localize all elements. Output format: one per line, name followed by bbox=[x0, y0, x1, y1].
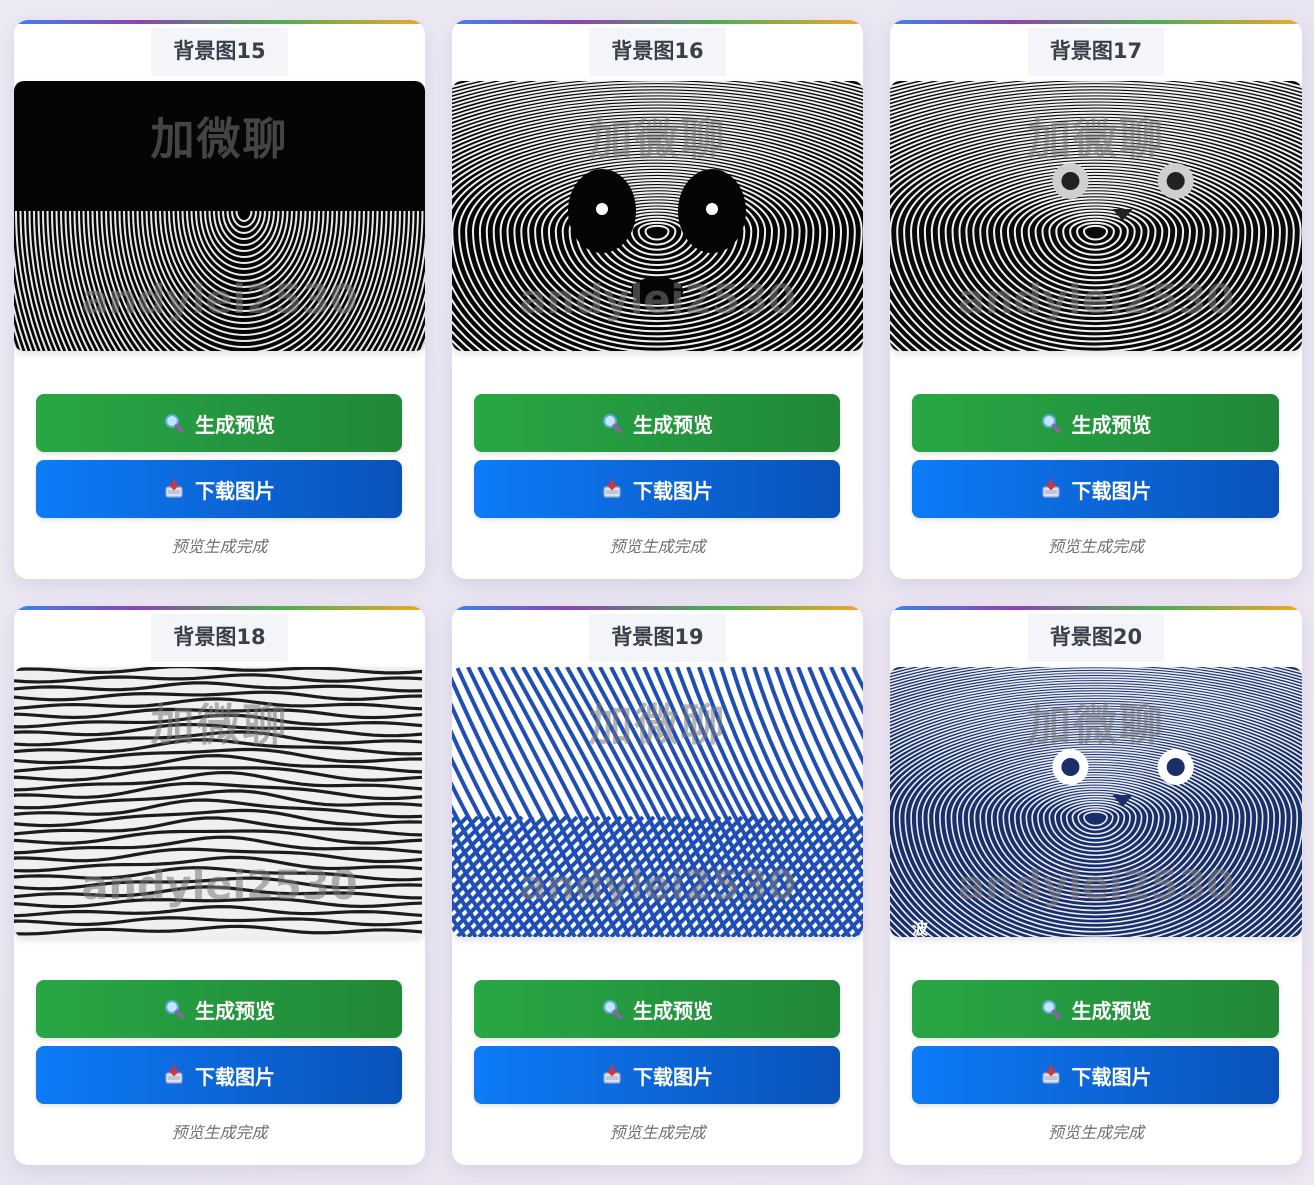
background-image-art bbox=[14, 81, 425, 351]
background-image-art bbox=[890, 667, 1302, 937]
generate-preview-button[interactable]: 生成预览 bbox=[912, 980, 1279, 1038]
download-image-button[interactable]: 下载图片 bbox=[474, 460, 840, 518]
card-title: 背景图16 bbox=[589, 28, 726, 76]
card-title: 背景图15 bbox=[151, 28, 288, 76]
magnifier-icon bbox=[1040, 412, 1062, 434]
background-image-art bbox=[452, 667, 863, 937]
status-text: 预览生成完成 bbox=[171, 537, 268, 556]
download-image-button[interactable]: 下载图片 bbox=[912, 460, 1279, 518]
background-image[interactable]: 加微聊 andylei2530 bbox=[890, 81, 1302, 351]
background-image[interactable]: 加微聊 andylei2530 bbox=[14, 81, 425, 351]
download-image-label: 下载图片 bbox=[633, 478, 713, 503]
background-image[interactable]: 加微聊 andylei2530 bbox=[452, 81, 863, 351]
background-card: 背景图19 加微聊 andylei2530 生成预览 下载图片 预览生成完成 bbox=[452, 606, 863, 1165]
inbox-tray-icon bbox=[163, 478, 185, 500]
download-image-button[interactable]: 下载图片 bbox=[474, 1046, 840, 1104]
status-text: 预览生成完成 bbox=[609, 537, 706, 556]
background-card: 背景图18 加微聊 andylei2530 生成预览 下载图片 预览生成完成 bbox=[14, 606, 425, 1165]
image-corner-text: 波 bbox=[912, 919, 929, 937]
inbox-tray-icon bbox=[1040, 478, 1062, 500]
generate-preview-label: 生成预览 bbox=[195, 412, 275, 437]
card-accent-bar bbox=[890, 20, 1302, 24]
background-gallery-grid: 背景图15 加微聊 andylei2530 生成预览 下载图片 预览生成完成 背… bbox=[14, 20, 1302, 1165]
card-accent-bar bbox=[14, 20, 425, 24]
background-image-art bbox=[14, 667, 425, 937]
generate-preview-label: 生成预览 bbox=[1071, 998, 1152, 1023]
magnifier-icon bbox=[163, 998, 185, 1020]
generate-preview-label: 生成预览 bbox=[633, 998, 713, 1023]
inbox-tray-icon bbox=[163, 1064, 185, 1086]
generate-preview-button[interactable]: 生成预览 bbox=[36, 394, 402, 452]
download-image-button[interactable]: 下载图片 bbox=[36, 1046, 402, 1104]
card-title: 背景图19 bbox=[589, 614, 726, 662]
download-image-label: 下载图片 bbox=[195, 1064, 275, 1089]
generate-preview-label: 生成预览 bbox=[1071, 412, 1152, 437]
status-text: 预览生成完成 bbox=[1047, 537, 1144, 556]
background-card: 背景图20 加微聊 andylei2530 波 生成预览 下载图片 预览生成完成 bbox=[890, 606, 1302, 1165]
card-title: 背景图18 bbox=[151, 614, 288, 662]
generate-preview-button[interactable]: 生成预览 bbox=[36, 980, 402, 1038]
card-accent-bar bbox=[14, 606, 425, 610]
download-image-button[interactable]: 下载图片 bbox=[912, 1046, 1279, 1104]
generate-preview-label: 生成预览 bbox=[195, 998, 275, 1023]
download-image-label: 下载图片 bbox=[633, 1064, 713, 1089]
download-image-button[interactable]: 下载图片 bbox=[36, 460, 402, 518]
background-image[interactable]: 加微聊 andylei2530 bbox=[452, 667, 863, 937]
inbox-tray-icon bbox=[601, 478, 623, 500]
status-text: 预览生成完成 bbox=[171, 1123, 268, 1142]
card-accent-bar bbox=[452, 20, 863, 24]
magnifier-icon bbox=[1040, 998, 1062, 1020]
card-accent-bar bbox=[890, 606, 1302, 610]
background-card: 背景图16 加微聊 andylei2530 生成预览 下载图片 预览生成完成 bbox=[452, 20, 863, 579]
generate-preview-button[interactable]: 生成预览 bbox=[912, 394, 1279, 452]
card-accent-bar bbox=[452, 606, 863, 610]
background-image-art bbox=[452, 81, 863, 351]
generate-preview-button[interactable]: 生成预览 bbox=[474, 980, 840, 1038]
download-image-label: 下载图片 bbox=[1071, 1064, 1152, 1089]
magnifier-icon bbox=[601, 998, 623, 1020]
generate-preview-button[interactable]: 生成预览 bbox=[474, 394, 840, 452]
status-text: 预览生成完成 bbox=[1047, 1123, 1144, 1142]
magnifier-icon bbox=[601, 412, 623, 434]
generate-preview-label: 生成预览 bbox=[633, 412, 713, 437]
background-image[interactable]: 加微聊 andylei2530 bbox=[14, 667, 425, 937]
inbox-tray-icon bbox=[1040, 1064, 1062, 1086]
card-title: 背景图17 bbox=[1027, 28, 1165, 76]
card-title: 背景图20 bbox=[1027, 614, 1165, 662]
magnifier-icon bbox=[163, 412, 185, 434]
status-text: 预览生成完成 bbox=[609, 1123, 706, 1142]
background-image[interactable]: 加微聊 andylei2530 波 bbox=[890, 667, 1302, 937]
download-image-label: 下载图片 bbox=[1071, 478, 1152, 503]
inbox-tray-icon bbox=[601, 1064, 623, 1086]
background-card: 背景图15 加微聊 andylei2530 生成预览 下载图片 预览生成完成 bbox=[14, 20, 425, 579]
download-image-label: 下载图片 bbox=[195, 478, 275, 503]
background-card: 背景图17 加微聊 andylei2530 生成预览 下载图片 预览生成完成 bbox=[890, 20, 1302, 579]
background-image-art bbox=[890, 81, 1302, 351]
